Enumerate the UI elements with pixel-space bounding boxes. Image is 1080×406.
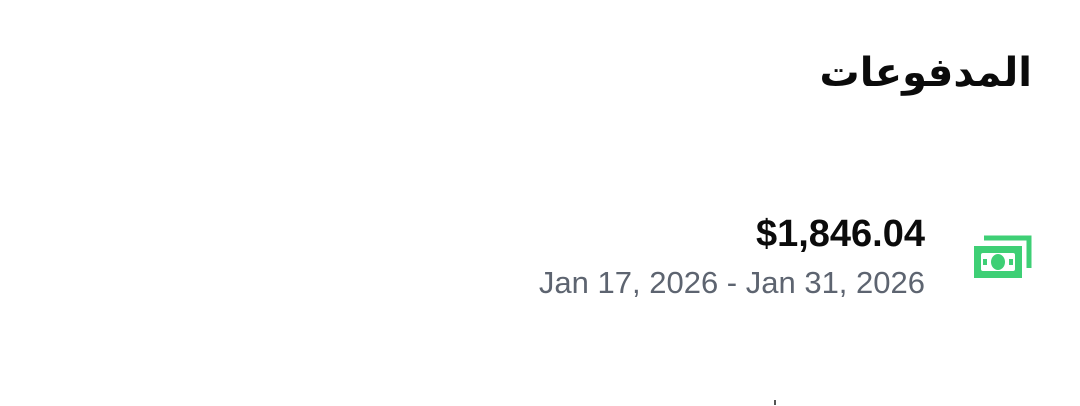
money-bill-icon (972, 234, 1032, 284)
payment-date-range: Jan 17, 2026 - Jan 31, 2026 (538, 265, 925, 300)
page-title: المدفوعات (819, 50, 1032, 96)
divider-fragment (774, 400, 776, 405)
payment-amount: $1,846.04 (755, 213, 925, 255)
payment-row[interactable]: $1,846.04 Jan 17, 2026 - Jan 31, 2026 (0, 200, 1080, 310)
